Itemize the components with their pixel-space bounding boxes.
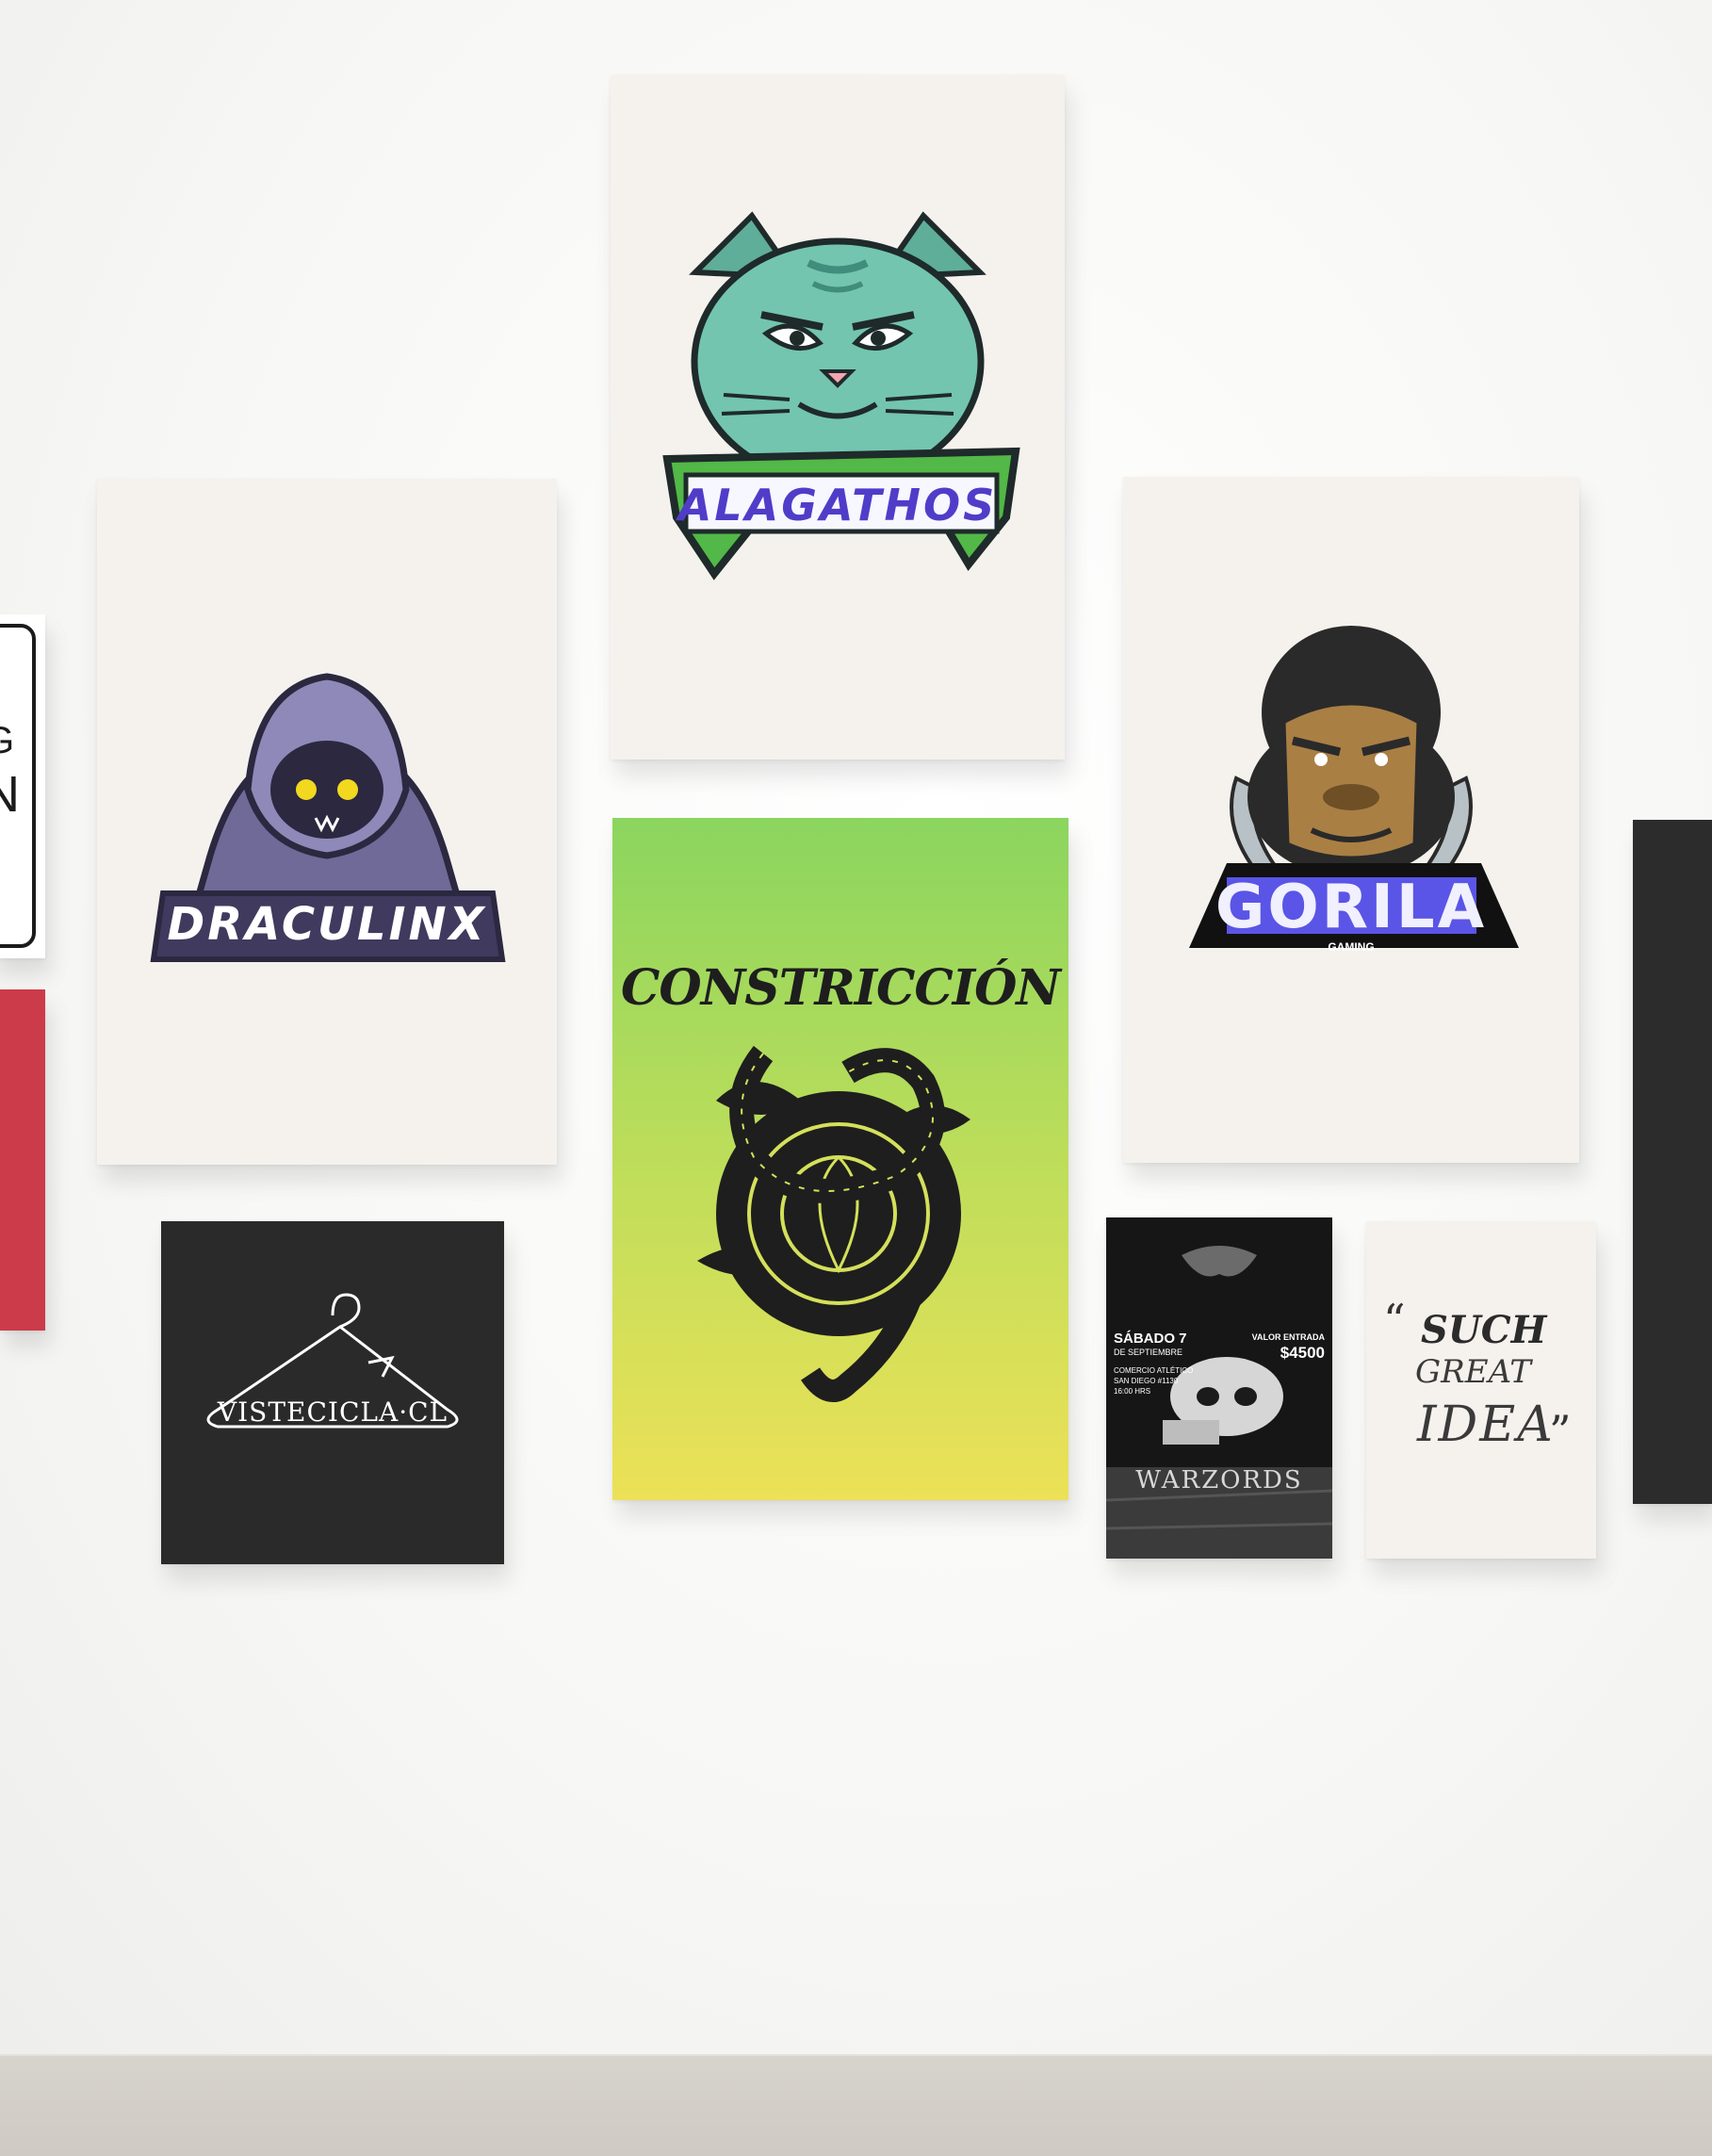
poster-warzords: SÁBADO 7 DE SEPTIEMBRE VALOR ENTRADA $45… <box>1106 1217 1332 1559</box>
vistecicla-logo-text: VISTECICLA·CL <box>217 1396 448 1428</box>
sgi-close-quote: ” <box>1549 1406 1572 1457</box>
poster-gorila: GORILA GAMING <box>1123 477 1579 1163</box>
sgi-line-3: IDEA <box>1417 1396 1555 1453</box>
gorila-logo-text: GORILA <box>1215 873 1488 942</box>
poster-such-great-idea: “ SUCH GREAT IDEA ” <box>1366 1221 1596 1559</box>
warzords-band: WARZORDS <box>1135 1466 1303 1494</box>
right-black-panel <box>1633 820 1712 1504</box>
left-sign-letter-1: G <box>0 720 14 762</box>
left-red-panel <box>0 989 45 1331</box>
hanger-icon <box>206 1293 459 1429</box>
sgi-line-2: GREAT <box>1415 1353 1531 1391</box>
gorila-sub-text: GAMING <box>1328 940 1375 954</box>
gorilla-head-icon <box>1189 626 1519 948</box>
cat-head-icon <box>662 211 1020 580</box>
warzords-month: DE SEPTIEMBRE <box>1114 1348 1183 1357</box>
floor <box>0 2054 1712 2156</box>
warzords-time: 16:00 HRS <box>1114 1387 1151 1396</box>
sgi-line-1: SUCH <box>1421 1308 1547 1352</box>
left-sign-letter-2: N <box>0 766 20 823</box>
hooded-figure-icon <box>150 673 506 962</box>
draculinx-logo-text: DRACULINX <box>167 898 487 951</box>
alagathos-logo-text: ALAGATHOS <box>677 480 998 531</box>
left-sign: G N <box>0 614 45 958</box>
snake-flower-icon <box>697 1045 970 1402</box>
warzords-venue: COMERCIO ATLÉTICO <box>1114 1366 1194 1375</box>
warzords-date: SÁBADO 7 <box>1114 1331 1187 1347</box>
poster-constriccion: CONSTRICCIÓN <box>612 818 1068 1500</box>
poster-draculinx: DRACULINX <box>97 479 557 1165</box>
sgi-open-quote: “ <box>1383 1295 1406 1346</box>
warzords-price: $4500 <box>1280 1344 1325 1362</box>
poster-alagathos: ALAGATHOS <box>611 74 1065 760</box>
warzords-address: SAN DIEGO #1130 <box>1114 1377 1179 1385</box>
poster-vistecicla: VISTECICLA·CL <box>161 1221 504 1564</box>
warzords-price-label: VALOR ENTRADA <box>1251 1332 1325 1342</box>
